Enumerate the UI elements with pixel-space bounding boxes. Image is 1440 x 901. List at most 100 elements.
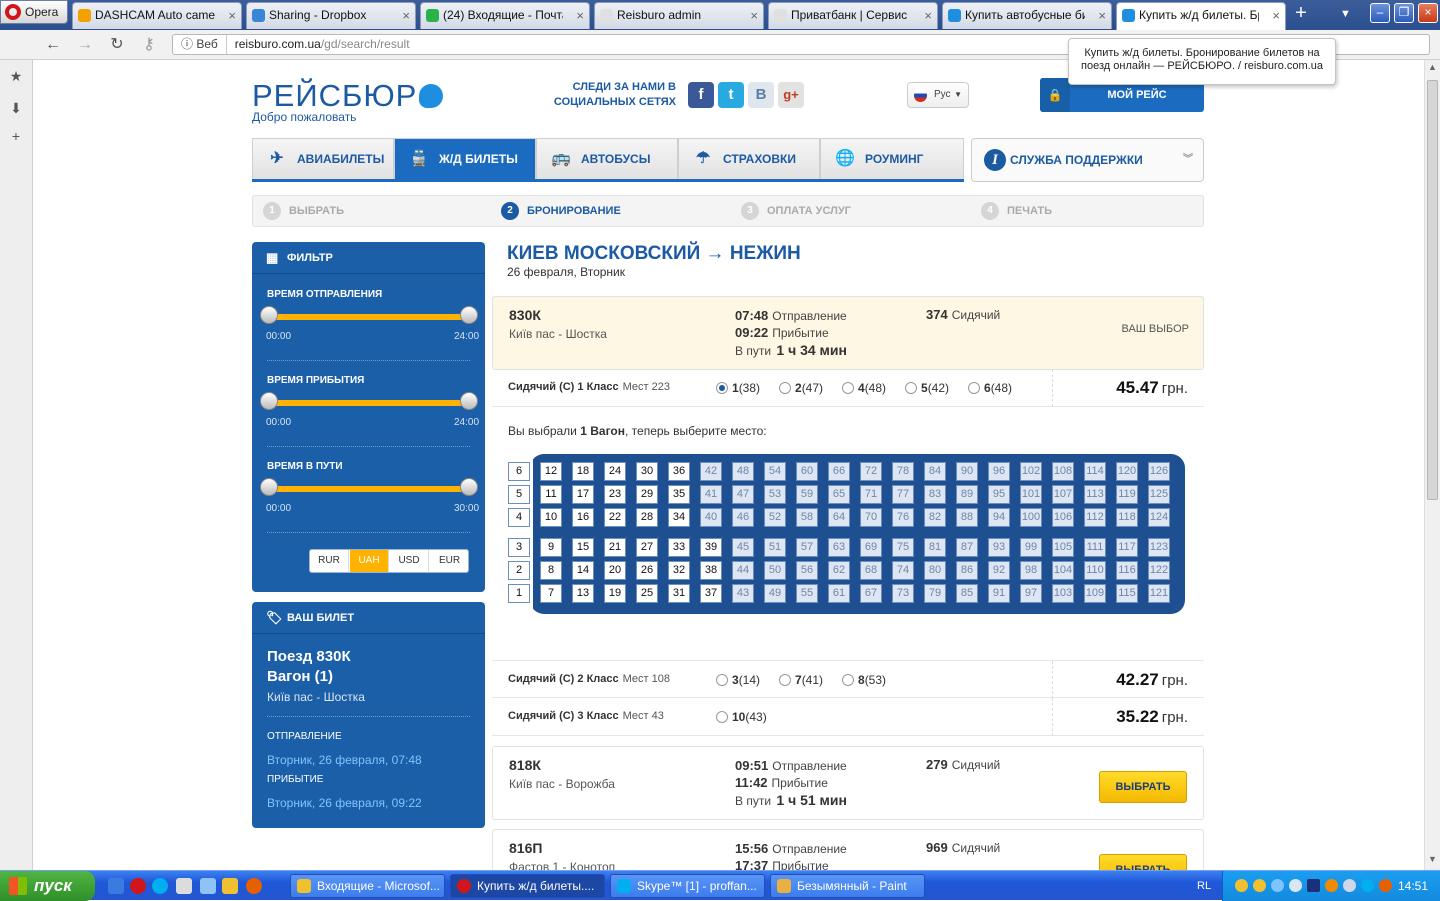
taskbar-item-opera[interactable]: Купить ж/д билеты.... bbox=[450, 874, 605, 898]
seat-52[interactable]: 52 bbox=[764, 508, 786, 527]
vkontakte-icon[interactable]: В bbox=[748, 82, 774, 108]
close-window-button[interactable]: × bbox=[1418, 3, 1438, 23]
scroll-down-icon[interactable]: ▼ bbox=[1427, 854, 1438, 866]
seat-25[interactable]: 25 bbox=[636, 584, 658, 603]
web-info-icon[interactable]: ⓘ Веб bbox=[181, 35, 227, 54]
seat-100[interactable]: 100 bbox=[1020, 508, 1042, 527]
seat-37[interactable]: 37 bbox=[700, 584, 722, 603]
skype-icon[interactable] bbox=[152, 878, 168, 894]
seat-110[interactable]: 110 bbox=[1084, 561, 1106, 580]
seat-86[interactable]: 86 bbox=[956, 561, 978, 580]
close-tab-icon[interactable]: × bbox=[402, 3, 410, 28]
train-card[interactable]: 816П Фастов 1 - Конотоп 15:56 Отправление… bbox=[492, 829, 1204, 870]
seat-101[interactable]: 101 bbox=[1020, 485, 1042, 504]
seat-120[interactable]: 120 bbox=[1116, 462, 1138, 481]
car-radio-2[interactable]: 2(47) bbox=[779, 381, 823, 395]
scrollbar-thumb[interactable] bbox=[1427, 80, 1438, 500]
seat-95[interactable]: 95 bbox=[988, 485, 1010, 504]
seat-61[interactable]: 61 bbox=[828, 584, 850, 603]
key-icon[interactable]: ⚷ bbox=[138, 34, 160, 56]
car-radio-4[interactable]: 4(48) bbox=[842, 381, 886, 395]
seat-44[interactable]: 44 bbox=[732, 561, 754, 580]
forward-button[interactable]: → bbox=[74, 34, 96, 56]
seat-23[interactable]: 23 bbox=[604, 485, 626, 504]
language-select[interactable]: Рус ▼ bbox=[907, 82, 969, 108]
tab-avia[interactable]: ✈ Авиабилеты bbox=[252, 138, 394, 179]
back-button[interactable]: ← bbox=[42, 34, 64, 56]
tray-icon[interactable] bbox=[1289, 879, 1302, 892]
seat-27[interactable]: 27 bbox=[636, 538, 658, 557]
browser-tab-bus[interactable]: Купить автобусные би...× bbox=[942, 2, 1112, 29]
facebook-icon[interactable]: f bbox=[688, 82, 714, 108]
seat-4[interactable]: 4 bbox=[508, 508, 530, 527]
support-dropdown[interactable]: i Служба поддержки ︾ bbox=[971, 138, 1204, 182]
browser-tab-rail-active[interactable]: Купить ж/д билеты. Бр...× bbox=[1116, 2, 1286, 30]
seat-97[interactable]: 97 bbox=[1020, 584, 1042, 603]
seat-62[interactable]: 62 bbox=[828, 561, 850, 580]
seat-104[interactable]: 104 bbox=[1052, 561, 1074, 580]
seat-122[interactable]: 122 bbox=[1148, 561, 1170, 580]
seat-69[interactable]: 69 bbox=[860, 538, 882, 557]
close-tab-icon[interactable]: × bbox=[1098, 3, 1106, 28]
seat-102[interactable]: 102 bbox=[1020, 462, 1042, 481]
seat-88[interactable]: 88 bbox=[956, 508, 978, 527]
tab-bus[interactable]: 🚌 Автобусы bbox=[536, 138, 678, 179]
seat-12[interactable]: 12 bbox=[540, 462, 562, 481]
seat-112[interactable]: 112 bbox=[1084, 508, 1106, 527]
seat-68[interactable]: 68 bbox=[860, 561, 882, 580]
arrival-time-slider[interactable] bbox=[260, 392, 478, 410]
seat-21[interactable]: 21 bbox=[604, 538, 626, 557]
minimize-button[interactable]: – bbox=[1370, 3, 1390, 23]
seat-106[interactable]: 106 bbox=[1052, 508, 1074, 527]
seat-42[interactable]: 42 bbox=[700, 462, 722, 481]
opera-icon[interactable] bbox=[130, 878, 146, 894]
seat-111[interactable]: 111 bbox=[1084, 538, 1106, 557]
taskbar-item-paint[interactable]: Безымянный - Paint bbox=[770, 874, 925, 898]
choose-train-button[interactable]: Выбрать bbox=[1099, 854, 1187, 870]
currency-uah[interactable]: UAH bbox=[350, 550, 389, 572]
tab-insurance[interactable]: ☂ Страховки bbox=[678, 138, 820, 179]
close-tab-icon[interactable]: × bbox=[228, 3, 236, 28]
seat-16[interactable]: 16 bbox=[572, 508, 594, 527]
seat-24[interactable]: 24 bbox=[604, 462, 626, 481]
seat-49[interactable]: 49 bbox=[764, 584, 786, 603]
seat-81[interactable]: 81 bbox=[924, 538, 946, 557]
quicklaunch-icon[interactable] bbox=[200, 878, 216, 894]
seat-45[interactable]: 45 bbox=[732, 538, 754, 557]
add-panel-icon[interactable]: + bbox=[8, 128, 24, 144]
car-radio-5[interactable]: 5(42) bbox=[905, 381, 949, 395]
seat-26[interactable]: 26 bbox=[636, 561, 658, 580]
car-radio-6[interactable]: 6(48) bbox=[968, 381, 1012, 395]
seat-74[interactable]: 74 bbox=[892, 561, 914, 580]
seat-118[interactable]: 118 bbox=[1116, 508, 1138, 527]
seat-117[interactable]: 117 bbox=[1116, 538, 1138, 557]
seat-46[interactable]: 46 bbox=[732, 508, 754, 527]
seat-6[interactable]: 6 bbox=[508, 462, 530, 481]
new-tab-button[interactable]: + bbox=[1290, 3, 1312, 25]
seat-80[interactable]: 80 bbox=[924, 561, 946, 580]
seat-43[interactable]: 43 bbox=[732, 584, 754, 603]
seat-79[interactable]: 79 bbox=[924, 584, 946, 603]
seat-54[interactable]: 54 bbox=[764, 462, 786, 481]
seat-76[interactable]: 76 bbox=[892, 508, 914, 527]
seat-33[interactable]: 33 bbox=[668, 538, 690, 557]
seat-64[interactable]: 64 bbox=[828, 508, 850, 527]
site-logo[interactable]: РЕЙСБЮР bbox=[252, 78, 444, 114]
close-tab-icon[interactable]: × bbox=[924, 3, 932, 28]
seat-83[interactable]: 83 bbox=[924, 485, 946, 504]
seat-58[interactable]: 58 bbox=[796, 508, 818, 527]
seat-73[interactable]: 73 bbox=[892, 584, 914, 603]
bookmarks-star-icon[interactable]: ★ bbox=[8, 68, 24, 84]
seat-113[interactable]: 113 bbox=[1084, 485, 1106, 504]
tray-icon[interactable] bbox=[1325, 879, 1338, 892]
seat-124[interactable]: 124 bbox=[1148, 508, 1170, 527]
seat-55[interactable]: 55 bbox=[796, 584, 818, 603]
seat-32[interactable]: 32 bbox=[668, 561, 690, 580]
seat-87[interactable]: 87 bbox=[956, 538, 978, 557]
downloads-icon[interactable]: ⬇ bbox=[8, 100, 24, 116]
seat-59[interactable]: 59 bbox=[796, 485, 818, 504]
browser-tab-privatbank[interactable]: Приватбанк | Сервис б...× bbox=[768, 2, 938, 29]
seat-116[interactable]: 116 bbox=[1116, 561, 1138, 580]
slider-max-handle[interactable] bbox=[460, 306, 478, 324]
close-tab-icon[interactable]: × bbox=[1272, 3, 1280, 28]
